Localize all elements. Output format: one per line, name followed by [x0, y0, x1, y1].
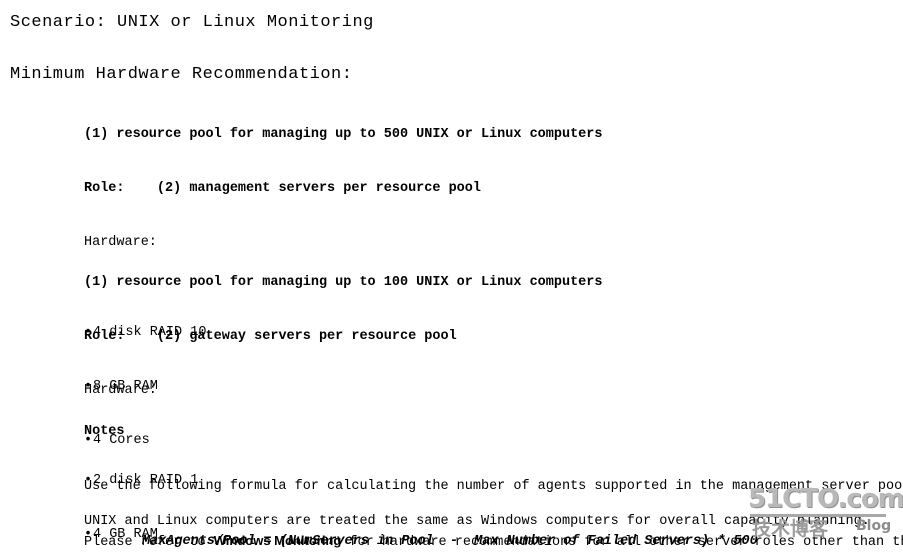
- footer-line-refer: Please refer to Windows Monitoring for h…: [84, 531, 903, 552]
- role-label: Role:: [84, 181, 125, 196]
- footer-line-capacity: UNIX and Linux computers are treated the…: [84, 514, 870, 529]
- footer-prefix: Please refer to: [84, 535, 214, 550]
- footer-notes: UNIX and Linux computers are treated the…: [84, 512, 903, 552]
- link-windows-monitoring[interactable]: Windows Monitoring: [214, 533, 342, 548]
- notes-title: Notes: [84, 424, 125, 439]
- section-heading-minimum-hardware: Minimum Hardware Recommendation:: [10, 65, 353, 84]
- role-spacer: [125, 329, 157, 344]
- role-label: Role:: [84, 329, 125, 344]
- scope-line: (1) resource pool for managing up to 500…: [84, 127, 603, 142]
- role-value: (2) management servers per resource pool: [156, 181, 481, 196]
- role-value: (2) gateway servers per resource pool: [156, 329, 457, 344]
- scope-line: (1) resource pool for managing up to 100…: [84, 275, 603, 290]
- footer-suffix: for hardware recommendations for all oth…: [341, 535, 903, 550]
- role-line: Role: (2) gateway servers per resource p…: [84, 328, 602, 346]
- document-page: Scenario: UNIX or Linux Monitoring Minim…: [0, 0, 903, 556]
- role-line: Role: (2) management servers per resourc…: [84, 180, 602, 198]
- page-title: Scenario: UNIX or Linux Monitoring: [10, 13, 374, 32]
- note-text-management: Use the following formula for calculatin…: [84, 479, 903, 494]
- role-spacer: [125, 181, 157, 196]
